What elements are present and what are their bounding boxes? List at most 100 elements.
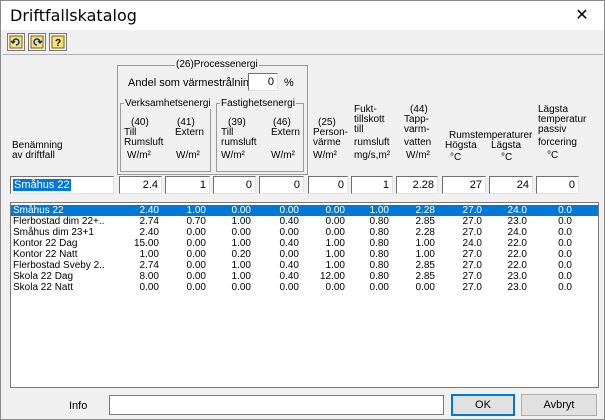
edit-f39-input[interactable]: 0 xyxy=(213,176,256,194)
cell-f46: 0.40 xyxy=(279,271,299,282)
list-row[interactable]: Kontor 22 Dag 15.00 0.00 1.00 0.40 1.00 0.80 1.… xyxy=(11,238,598,249)
col-t44-line3: vatten xyxy=(404,137,432,148)
cell-f39: 1.00 xyxy=(231,271,251,282)
help-icon: ? xyxy=(51,35,65,49)
list-row[interactable]: Skola 22 Natt 0.00 0.00 0.00 0.00 0.00 0.00 0.0… xyxy=(11,282,598,293)
cell-lagsta: 22.0 xyxy=(507,249,527,260)
edit-p25-input[interactable]: 0 xyxy=(308,176,348,194)
cell-f39: 0.00 xyxy=(231,205,251,216)
cell-f39: 0.00 xyxy=(231,282,251,293)
cell-lp: 0.0 xyxy=(558,205,572,216)
cell-p25: 0.00 xyxy=(325,216,345,227)
col-lp-line4: forcering xyxy=(538,137,577,148)
cell-p25: 1.00 xyxy=(325,249,345,260)
cell-v41: 1.00 xyxy=(186,205,206,216)
name-input[interactable]: Småhus 22 xyxy=(10,176,114,194)
cell-fukt: 1.00 xyxy=(369,205,389,216)
cell-fukt: 0.80 xyxy=(369,216,389,227)
cell-v40: 15.00 xyxy=(133,238,159,249)
driftfall-list[interactable]: Småhus 22 2.40 1.00 0.00 0.00 0.00 1.00 2.28 27.… xyxy=(10,202,599,388)
cancel-button[interactable]: Avbryt xyxy=(521,394,597,416)
cell-lagsta: 22.0 xyxy=(507,260,527,271)
cell-f46: 0.00 xyxy=(279,249,299,260)
list-row[interactable]: Småhus dim 23+1 2.40 0.00 0.00 0.00 0.00 0.80 2… xyxy=(11,227,598,238)
edit-f46-input[interactable]: 0 xyxy=(259,176,304,194)
cell-lagsta: 23.0 xyxy=(507,271,527,282)
col-f46-line1: Extern xyxy=(271,127,300,138)
col-t44-unit: W/m² xyxy=(406,150,430,161)
cell-fukt: 0.80 xyxy=(369,249,389,260)
cell-hogsta: 27.0 xyxy=(462,205,482,216)
cell-t44: 2.85 xyxy=(415,216,435,227)
cell-hogsta: 27.0 xyxy=(462,260,482,271)
cell-v41: 0.00 xyxy=(186,227,206,238)
cell-f39: 1.00 xyxy=(231,238,251,249)
ok-button[interactable]: OK xyxy=(451,394,515,416)
cell-f39: 1.00 xyxy=(231,260,251,271)
cell-t44: 2.28 xyxy=(415,205,435,216)
info-input[interactable] xyxy=(109,395,444,415)
benamning-header-line2: av driftfall xyxy=(12,150,55,161)
list-row[interactable]: Skola 22 Dag 8.00 0.00 1.00 0.40 12.00 0.80 2.8… xyxy=(11,271,598,282)
cell-v41: 0.00 xyxy=(186,249,206,260)
cell-name: Kontor 22 Dag xyxy=(13,238,78,249)
cell-v41: 0.00 xyxy=(186,282,206,293)
edit-v41-input[interactable]: 1 xyxy=(165,176,210,194)
cell-lp: 0.0 xyxy=(558,271,572,282)
cell-lp: 0.0 xyxy=(558,227,572,238)
col-v41-unit: W/m² xyxy=(176,150,200,161)
list-row[interactable]: Flerbostad dim 22+.. 2.74 0.70 1.00 0.40 0.00… xyxy=(11,216,598,227)
undo-icon xyxy=(9,35,23,49)
cell-v40: 2.40 xyxy=(139,205,159,216)
help-button[interactable]: ? xyxy=(49,33,67,51)
edit-v40-input[interactable]: 2.4 xyxy=(119,176,162,194)
cell-t44: 2.85 xyxy=(415,271,435,282)
cell-name: Småhus 22 xyxy=(13,205,64,216)
col-f46-unit: W/m² xyxy=(271,150,295,161)
fastighetsenergi-title: Fastighetsenergi xyxy=(220,98,296,109)
redo-button[interactable] xyxy=(28,33,46,51)
andel-label: Andel som värmestrålning xyxy=(128,77,256,89)
cell-lagsta: 23.0 xyxy=(507,216,527,227)
cell-v40: 1.00 xyxy=(139,249,159,260)
close-button[interactable]: ✕ xyxy=(560,1,604,30)
cell-lagsta: 22.0 xyxy=(507,238,527,249)
info-label: Info xyxy=(69,400,88,412)
driftfallskatalog-window: Driftfallskatalog ✕ ? (26)Processenergi … xyxy=(0,0,605,420)
andel-input[interactable]: 0 xyxy=(248,73,278,91)
cell-hogsta: 27.0 xyxy=(462,249,482,260)
list-row[interactable]: Kontor 22 Natt 1.00 0.00 0.20 0.00 1.00 0.80 1.… xyxy=(11,249,598,260)
list-row[interactable]: Flerbostad Sveby 2.. 2.74 0.00 1.00 0.40 1.00… xyxy=(11,260,598,271)
cell-name: Flerbostad Sveby 2.. xyxy=(13,260,105,271)
cell-t44: 2.28 xyxy=(415,227,435,238)
edit-t44-input[interactable]: 2.28 xyxy=(396,176,438,194)
col-hogsta-unit: °C xyxy=(450,152,462,163)
cell-p25: 0.00 xyxy=(325,227,345,238)
cell-f46: 0.00 xyxy=(279,205,299,216)
cell-lp: 0.0 xyxy=(558,238,572,249)
cell-f39: 1.00 xyxy=(231,216,251,227)
cell-t44: 0.00 xyxy=(415,282,435,293)
cell-t44: 2.85 xyxy=(415,260,435,271)
cell-name: Kontor 22 Natt xyxy=(13,249,78,260)
cell-hogsta: 27.0 xyxy=(462,282,482,293)
cell-v40: 2.40 xyxy=(139,227,159,238)
cell-hogsta: 27.0 xyxy=(462,227,482,238)
cell-fukt: 0.80 xyxy=(369,271,389,282)
list-row[interactable]: Småhus 22 2.40 1.00 0.00 0.00 0.00 1.00 2.28 27.… xyxy=(11,205,598,216)
cell-name: Skola 22 Dag xyxy=(13,271,74,282)
cell-t44: 1.00 xyxy=(415,238,435,249)
edit-lp-input[interactable]: 0 xyxy=(536,176,579,194)
processenergi-title: (26)Processenergi xyxy=(175,59,259,70)
cell-p25: 0.00 xyxy=(325,205,345,216)
cell-f39: 0.00 xyxy=(231,227,251,238)
cell-t44: 1.00 xyxy=(415,249,435,260)
col-f39-unit: W/m² xyxy=(221,150,245,161)
undo-button[interactable] xyxy=(7,33,25,51)
cell-v40: 8.00 xyxy=(139,271,159,282)
edit-hogsta-input[interactable]: 27 xyxy=(442,176,486,194)
col-lagsta-unit: °C xyxy=(501,152,513,163)
edit-fukt-input[interactable]: 1 xyxy=(351,176,393,194)
col-fukt-unit: mg/s,m² xyxy=(354,150,391,161)
edit-lagsta-input[interactable]: 24 xyxy=(489,176,533,194)
